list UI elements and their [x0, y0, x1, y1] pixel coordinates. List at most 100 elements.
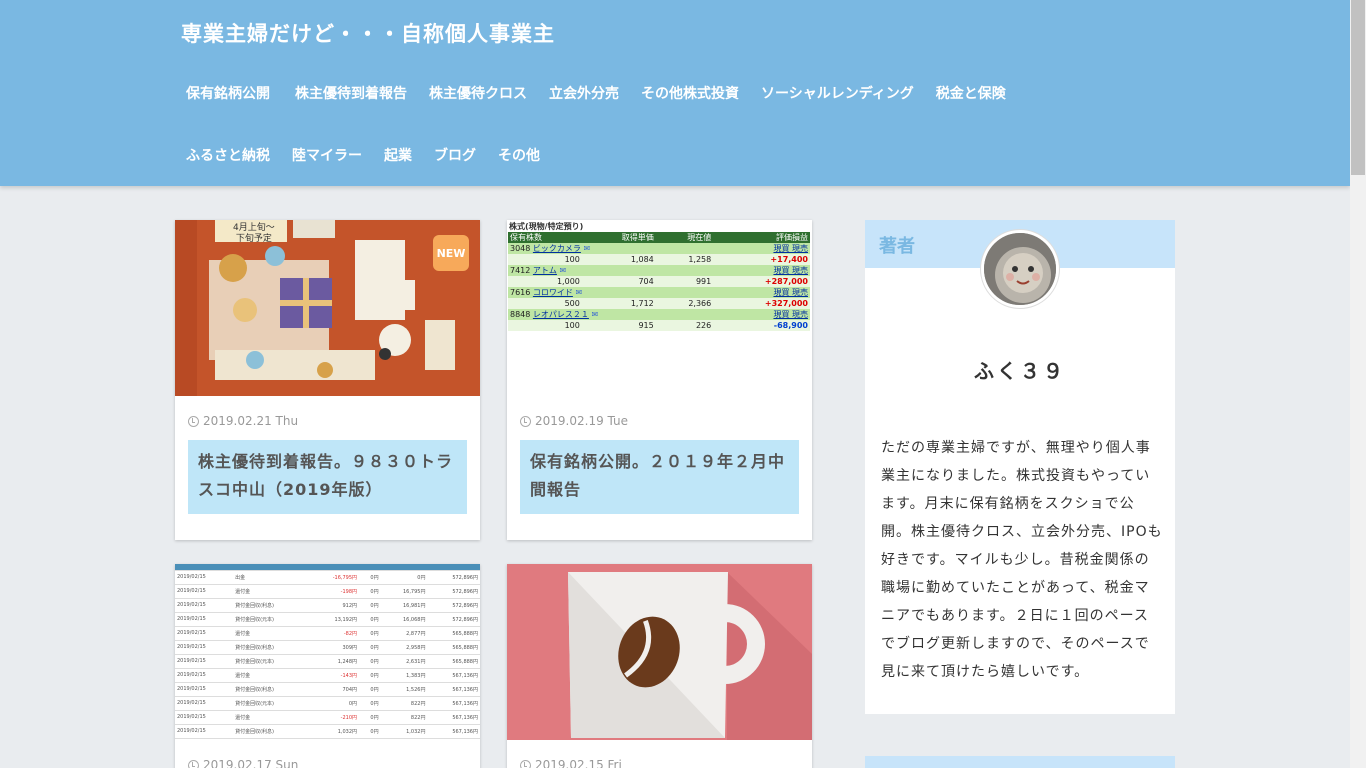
ledger-cell: 0円	[359, 696, 381, 711]
new-badge: NEW	[433, 235, 469, 271]
nav-item-yutai-cross[interactable]: 株主優待クロス	[418, 83, 538, 103]
nav-item-tax-insurance[interactable]: 税金と保険	[925, 83, 1017, 103]
author-name: ふく３９	[974, 359, 1066, 383]
ledger-cell: -210円	[308, 710, 360, 725]
lending-ledger-table: 2019/02/15 出金 -16,795円 0円 0円 572,896円 2019/02/…	[175, 564, 480, 739]
ledger-cell: 還付金	[233, 626, 309, 641]
post-date: 2019.02.17 Sun	[188, 758, 298, 768]
ledger-cell: 2019/02/15	[175, 682, 234, 697]
ledger-cell: 0円	[359, 570, 381, 585]
stock-table-title: 株式(現物/特定預り)	[509, 222, 584, 231]
ledger-cell: 309円	[308, 640, 360, 655]
widget-title: 著者	[879, 236, 915, 257]
page-scrollbar[interactable]	[1350, 0, 1366, 768]
post-thumbnail[interactable]	[507, 564, 812, 740]
ledger-cell: 0円	[359, 584, 381, 599]
nav-item-furusato[interactable]: ふるさと納税	[175, 145, 281, 165]
post-card[interactable]: 2019.02.15 Fri	[507, 564, 812, 768]
avatar[interactable]	[981, 230, 1059, 308]
nav-item-yutai-arrival[interactable]: 株主優待到着報告	[284, 83, 418, 103]
ledger-cell: 16,795円	[380, 584, 428, 599]
ledger-cell: 567,136円	[427, 724, 480, 739]
author-description: ただの専業主婦ですが、無理やり個人事業主になりました。株式投資もやっています。月…	[881, 440, 1163, 680]
post-date: 2019.02.15 Fri	[520, 758, 622, 768]
stock-name-row: 3048 ビックカメラ ✉ 現買 現売	[508, 243, 810, 254]
nav-item-holdings[interactable]: 保有銘柄公開	[175, 83, 281, 103]
global-nav-row-2: ふるさと納税 陸マイラー 起業 ブログ その他	[175, 140, 551, 170]
post-card[interactable]: 2019/02/15 出金 -16,795円 0円 0円 572,896円 2019/02/…	[175, 564, 480, 768]
global-nav-row-1: 保有銘柄公開 株主優待到着報告 株主優待クロス 立会外分売 その他株式投資 ソー…	[175, 78, 1017, 108]
ledger-row: 2019/02/15 還付金 -198円 0円 16,795円 572,896円	[175, 584, 480, 599]
stock-name-row: 8848 レオパレス２１ ✉ 現買 現売	[508, 309, 810, 320]
nav-item-other-stocks[interactable]: その他株式投資	[630, 83, 750, 103]
post-card[interactable]: 4月上旬〜 下旬予定 NEW 2019.02.21 Thu 株主優待到着報告。９…	[175, 220, 480, 540]
ledger-cell: 822円	[380, 710, 428, 725]
post-thumbnail[interactable]: 株式(現物/特定預り) 保有株数 取得単価 現在値 評価損益 3048 ビックカ…	[507, 220, 812, 396]
ledger-cell: 1,032円	[308, 724, 360, 739]
post-thumbnail[interactable]: 2019/02/15 出金 -16,795円 0円 0円 572,896円 2019/02/…	[175, 564, 480, 740]
ledger-cell: 2019/02/15	[175, 612, 234, 627]
ledger-cell: 567,136円	[427, 668, 480, 683]
post-title[interactable]: 株主優待到着報告。９８３０トラスコ中山（2019年版）	[188, 440, 467, 514]
stock-value-row: 100 915 226 -68,900	[508, 320, 810, 331]
clock-icon	[188, 759, 199, 768]
post-card[interactable]: 株式(現物/特定預り) 保有株数 取得単価 現在値 評価損益 3048 ビックカ…	[507, 220, 812, 540]
ledger-cell: 0円	[308, 696, 360, 711]
ledger-cell: 還付金	[233, 584, 309, 599]
ledger-cell: 2019/02/15	[175, 696, 234, 711]
ledger-cell: 572,896円	[427, 584, 480, 599]
mail-icon: ✉	[583, 244, 591, 253]
site-title[interactable]: 専業主婦だけど・・・自称個人事業主	[181, 18, 555, 48]
site-header: 専業主婦だけど・・・自称個人事業主 保有銘柄公開 株主優待到着報告 株主優待クロ…	[0, 0, 1350, 186]
ledger-cell: 貸付金回収(利息)	[233, 598, 309, 613]
stock-value-row: 100 1,084 1,258 +17,400	[508, 254, 810, 265]
ledger-cell: 2019/02/15	[175, 654, 234, 669]
scrollbar-thumb[interactable]	[1351, 0, 1365, 175]
post-title[interactable]: 保有銘柄公開。２０１９年２月中間報告	[520, 440, 799, 514]
catalog-date-text: 4月上旬〜 下旬予定	[233, 223, 275, 244]
stock-value-row: 500 1,712 2,366 +327,000	[508, 298, 810, 309]
ledger-row: 2019/02/15 貸付金回収(元本) 13,192円 0円 16,068円 572,8…	[175, 612, 480, 627]
ledger-cell: 572,896円	[427, 598, 480, 613]
post-date: 2019.02.19 Tue	[520, 414, 628, 428]
nav-item-business[interactable]: 起業	[373, 145, 423, 165]
clock-icon	[520, 759, 531, 768]
ledger-cell: 0円	[359, 724, 381, 739]
coffee-cup-icon	[507, 564, 812, 740]
post-thumbnail[interactable]: 4月上旬〜 下旬予定 NEW	[175, 220, 480, 396]
ledger-cell: 13,192円	[308, 612, 360, 627]
post-date: 2019.02.21 Thu	[188, 414, 298, 428]
ledger-cell: 16,981円	[380, 598, 428, 613]
ledger-cell: 0円	[380, 570, 428, 585]
ledger-row: 2019/02/15 貸付金回収(利息) 309円 0円 2,958円 565,888円	[175, 640, 480, 655]
ledger-cell: 572,896円	[427, 612, 480, 627]
ledger-cell: 貸付金回収(利息)	[233, 682, 309, 697]
ledger-cell: 2019/02/15	[175, 626, 234, 641]
stock-table-header: 保有株数 取得単価 現在値 評価損益	[508, 232, 810, 243]
avatar-image	[984, 233, 1056, 305]
ledger-cell: -143円	[308, 668, 360, 683]
nav-item-other[interactable]: その他	[487, 145, 551, 165]
ledger-cell: 2019/02/15	[175, 598, 234, 613]
nav-item-blog[interactable]: ブログ	[423, 145, 487, 165]
ledger-cell: 0円	[359, 654, 381, 669]
ledger-cell: 16,068円	[380, 612, 428, 627]
ledger-cell: 0円	[359, 612, 381, 627]
ledger-row: 2019/02/15 貸付金回収(元本) 0円 0円 822円 567,136円	[175, 696, 480, 711]
stock-value-row: 1,000 704 991 +287,000	[508, 276, 810, 287]
ledger-cell: 0円	[359, 598, 381, 613]
ledger-cell: 567,136円	[427, 682, 480, 697]
ledger-cell: -82円	[308, 626, 360, 641]
nav-item-social-lending[interactable]: ソーシャルレンディング	[750, 83, 925, 103]
ledger-row: 2019/02/15 還付金 -143円 0円 1,383円 567,136円	[175, 668, 480, 683]
ledger-cell: 1,248円	[308, 654, 360, 669]
ledger-cell: 1,032円	[380, 724, 428, 739]
author-widget: 著者 ふく３９ ただの専業主婦ですが、無理やり個人事業主になりました。株式投資も…	[865, 220, 1175, 714]
ledger-cell: 0円	[359, 668, 381, 683]
ledger-cell: 2019/02/15	[175, 710, 234, 725]
nav-item-off-auction[interactable]: 立会外分売	[538, 83, 630, 103]
nav-item-miler[interactable]: 陸マイラー	[281, 145, 373, 165]
ledger-cell: 0円	[359, 626, 381, 641]
ledger-cell: 565,888円	[427, 640, 480, 655]
mail-icon: ✉	[559, 266, 567, 275]
